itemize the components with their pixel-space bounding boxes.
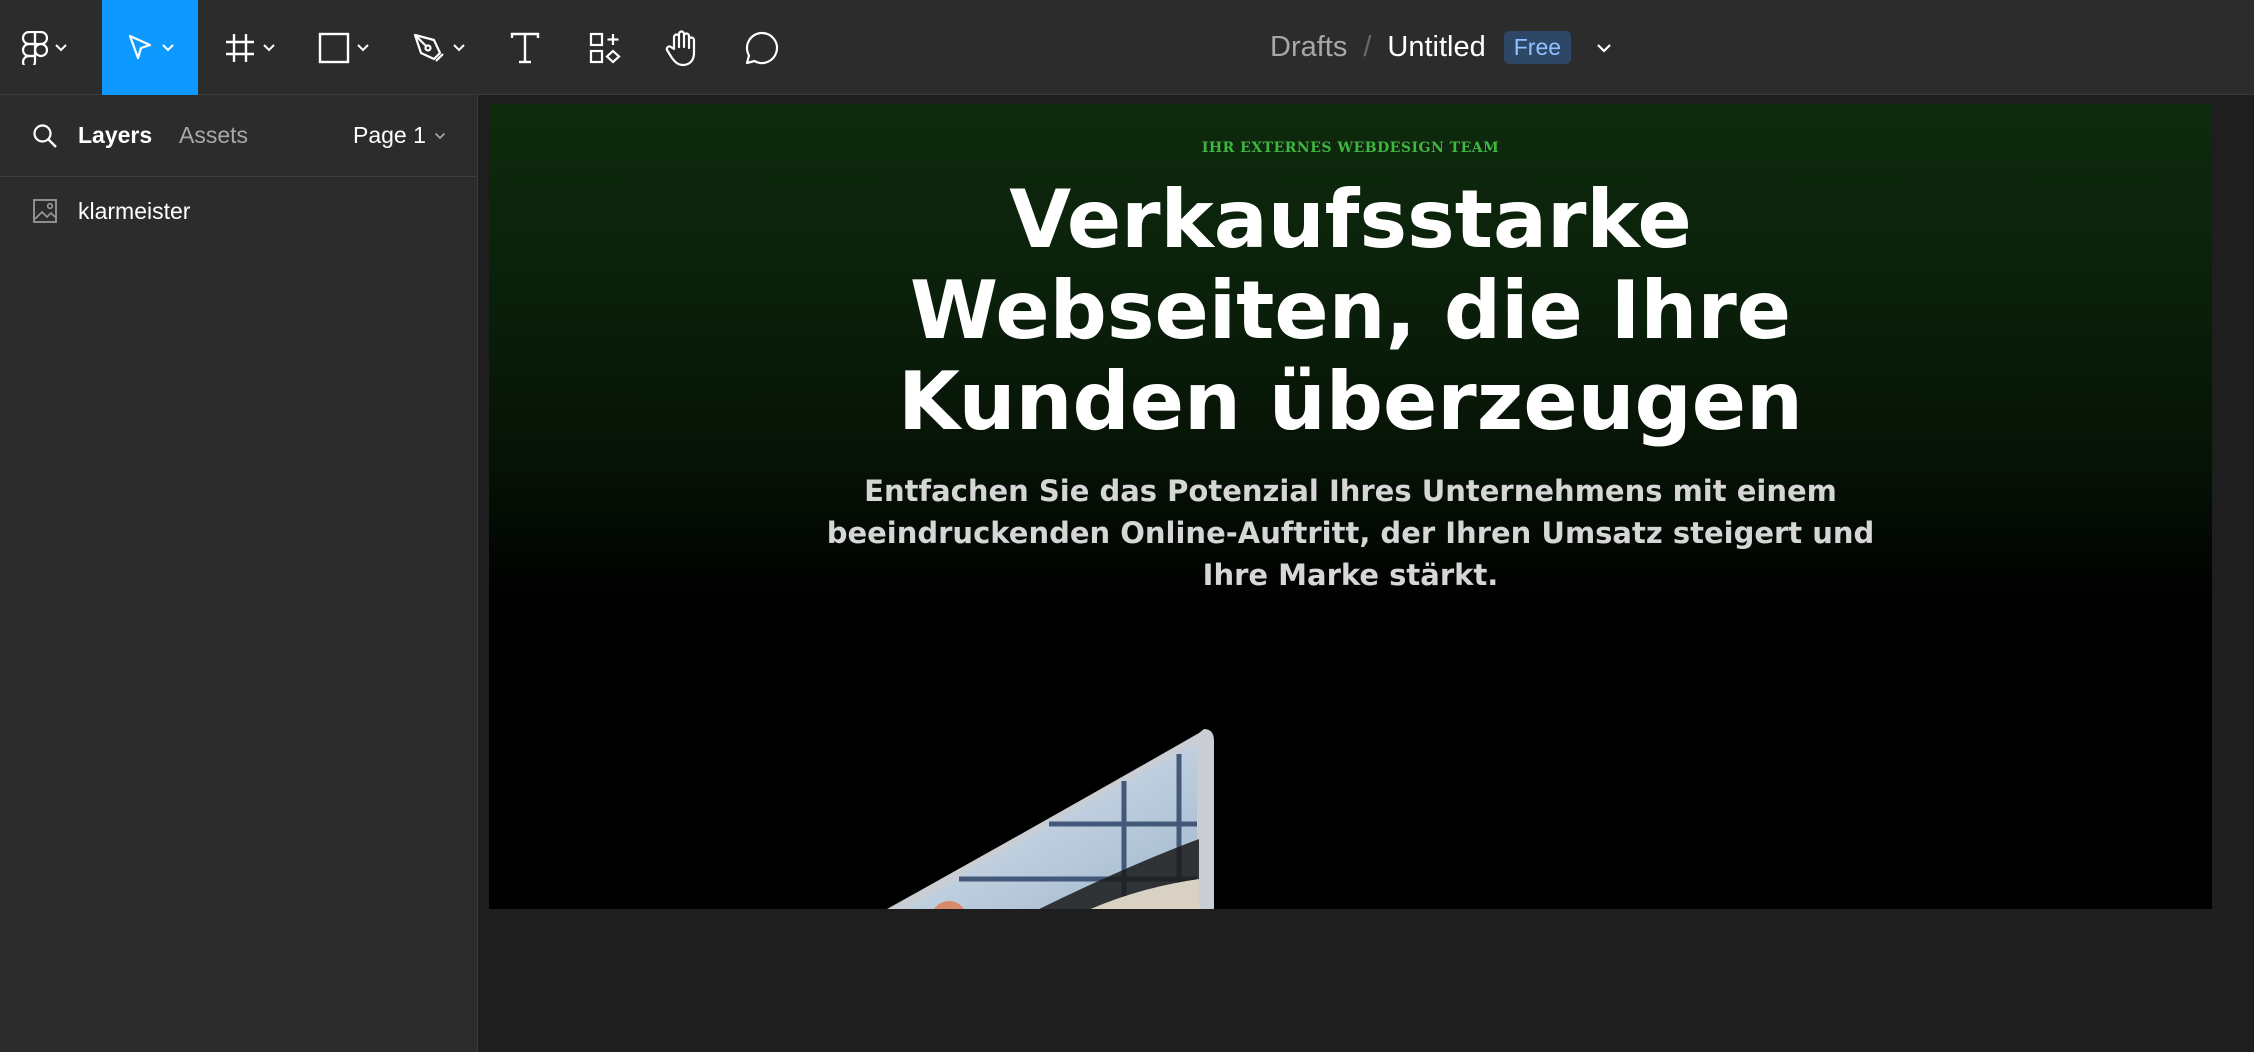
device-mockup-image — [886, 729, 1214, 909]
shape-tool-button[interactable] — [318, 0, 370, 95]
main-menu-button[interactable] — [22, 0, 68, 95]
cursor-arrow-icon — [128, 34, 152, 59]
page-selector[interactable]: Page 1 — [353, 122, 446, 149]
file-name[interactable]: Untitled — [1387, 31, 1485, 64]
panel-tabs: Layers Assets Page 1 — [0, 95, 477, 177]
drafts-link[interactable]: Drafts — [1270, 31, 1347, 64]
hand-icon — [665, 29, 696, 66]
pen-tool-button[interactable] — [412, 0, 466, 95]
chevron-down-icon — [162, 43, 174, 51]
chevron-down-icon — [1597, 43, 1611, 53]
chevron-down-icon — [434, 132, 445, 139]
chevron-down-icon — [453, 43, 465, 51]
toolbar: Drafts / Untitled Free — [0, 0, 2254, 95]
file-title: Drafts / Untitled Free — [1270, 0, 1613, 95]
search-layers-button[interactable] — [32, 123, 58, 154]
headline-line: Webseiten, die Ihre — [909, 264, 1792, 357]
comment-tool-button[interactable] — [744, 0, 780, 95]
left-panel: Layers Assets Page 1 klarmeister — [0, 95, 478, 1052]
layer-item[interactable]: klarmeister — [0, 191, 476, 231]
comment-bubble-icon — [745, 31, 779, 64]
file-menu-button[interactable] — [1595, 42, 1613, 54]
rectangle-icon — [318, 32, 350, 63]
chevron-down-icon — [55, 43, 67, 51]
chevron-down-icon — [263, 43, 275, 51]
design-frame[interactable]: IHR EXTERNES WEBDESIGN TEAM Verkaufsstar… — [489, 104, 2212, 909]
chevron-down-icon — [357, 43, 369, 51]
frame-tool-button[interactable] — [224, 0, 276, 95]
figma-logo-icon — [22, 30, 48, 65]
headline-line: Kunden überzeugen — [898, 355, 1803, 448]
resources-button[interactable] — [588, 0, 622, 95]
canvas[interactable]: IHR EXTERNES WEBDESIGN TEAM Verkaufsstar… — [478, 95, 2254, 1052]
hero-eyebrow: IHR EXTERNES WEBDESIGN TEAM — [1201, 140, 1500, 156]
search-icon — [33, 124, 57, 148]
text-tool-button[interactable] — [509, 0, 541, 95]
headline-line: Verkaufsstarke — [1009, 173, 1692, 266]
hero-headline: Verkaufsstarke Webseiten, die Ihre Kunde… — [489, 174, 2212, 447]
pen-tool-icon — [413, 33, 444, 62]
page-selector-label: Page 1 — [353, 122, 426, 148]
tab-assets[interactable]: Assets — [179, 122, 248, 149]
hero-subline: Entfachen Sie das Potenzial Ihres Untern… — [826, 474, 1875, 592]
frame-hash-icon — [226, 33, 254, 62]
resources-icon — [589, 32, 621, 63]
move-tool-button[interactable] — [102, 0, 198, 95]
tab-layers[interactable]: Layers — [78, 122, 152, 149]
hand-tool-button[interactable] — [664, 0, 700, 95]
breadcrumb-separator: / — [1363, 31, 1372, 63]
layer-label: klarmeister — [78, 197, 191, 224]
image-icon — [33, 199, 57, 223]
plan-badge: Free — [1503, 31, 1572, 64]
text-t-icon — [510, 32, 540, 63]
